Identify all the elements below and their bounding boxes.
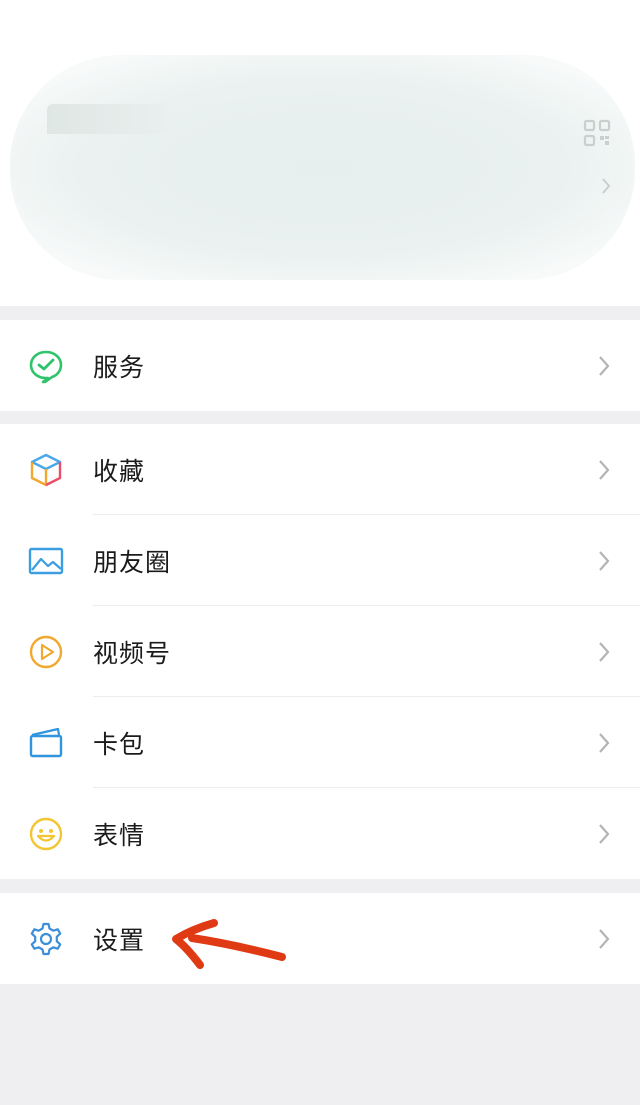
- menu-item-label: 设置: [93, 925, 146, 955]
- menu-item-settings[interactable]: 设置: [0, 893, 640, 984]
- service-icon: [29, 350, 63, 383]
- menu-item-label: 朋友圈: [93, 547, 172, 577]
- menu-item-card-wallet[interactable]: 卡包: [0, 697, 640, 788]
- menu-item-label: 收藏: [93, 456, 146, 486]
- settings-gear-icon: [30, 922, 62, 955]
- menu-group-services: 服务: [0, 320, 640, 411]
- red-arrow-annotation: [172, 919, 286, 969]
- chevron-right-icon: [599, 732, 610, 753]
- menu-item-moments[interactable]: 朋友圈: [0, 515, 640, 606]
- menu-group-settings: 设置: [0, 893, 640, 984]
- chevron-right-icon: [599, 550, 610, 571]
- chevron-right-icon: [602, 178, 611, 194]
- favorites-cube-icon: [30, 453, 62, 486]
- menu-item-label: 表情: [93, 820, 146, 850]
- card-wallet-icon: [29, 727, 63, 757]
- chevron-right-icon: [599, 928, 610, 949]
- channels-play-icon: [29, 635, 63, 668]
- emoji-smile-icon: [29, 817, 63, 850]
- moments-photo-icon: [28, 547, 64, 574]
- menu-item-favorites[interactable]: 收藏: [0, 424, 640, 515]
- chevron-right-icon: [599, 355, 610, 376]
- profile-blur-area: [10, 55, 635, 280]
- menu-group-main: 收藏 朋友圈 视频号 卡包 表情: [0, 424, 640, 879]
- profile-header[interactable]: [0, 0, 640, 306]
- menu-item-label: 服务: [93, 352, 146, 382]
- avatar[interactable]: [47, 104, 167, 134]
- menu-item-label: 视频号: [93, 638, 172, 668]
- menu-item-channels[interactable]: 视频号: [0, 606, 640, 697]
- menu-item-services[interactable]: 服务: [0, 320, 640, 411]
- chevron-right-icon: [599, 641, 610, 662]
- chevron-right-icon: [599, 459, 610, 480]
- menu-item-stickers[interactable]: 表情: [0, 788, 640, 879]
- chevron-right-icon: [599, 823, 610, 844]
- qr-code-icon[interactable]: [583, 119, 611, 147]
- menu-item-label: 卡包: [93, 729, 146, 759]
